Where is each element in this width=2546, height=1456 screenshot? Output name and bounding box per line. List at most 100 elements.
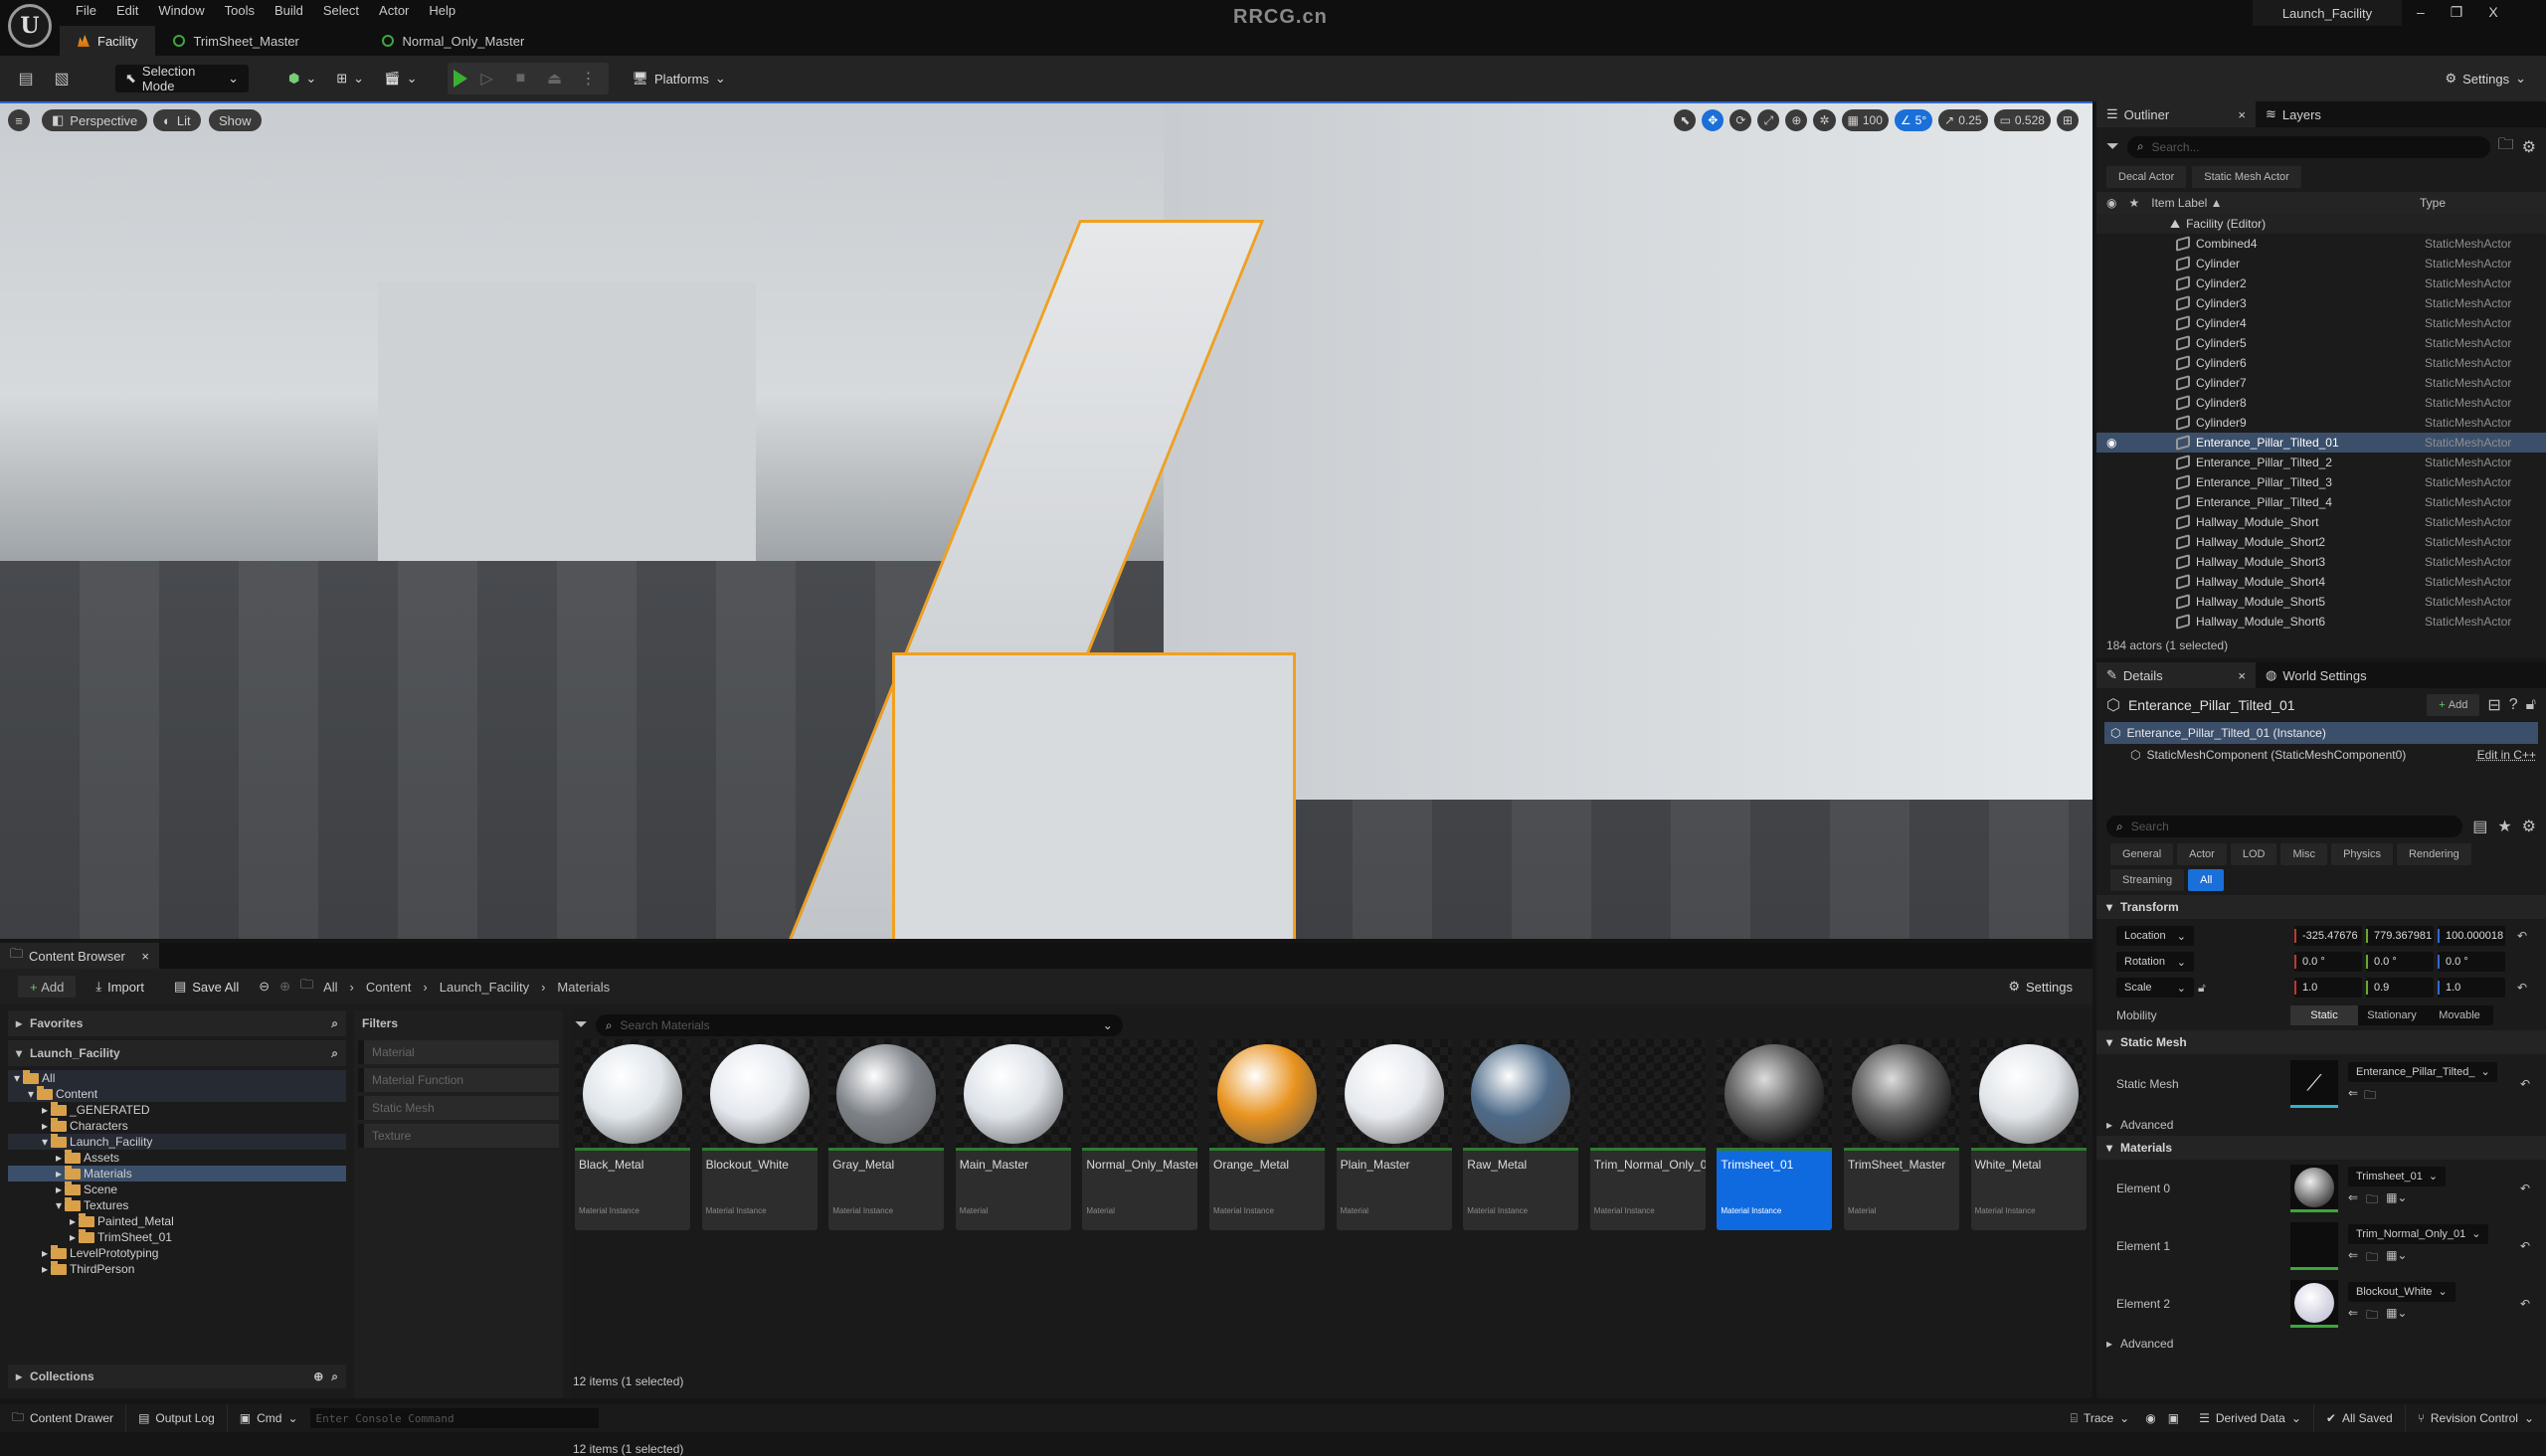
- asset-tile[interactable]: Normal_Only_Master Material: [1082, 1039, 1198, 1230]
- item-label-column[interactable]: Item Label ▲: [2151, 196, 2222, 210]
- asset-tile[interactable]: Raw_Metal Material Instance: [1463, 1039, 1579, 1230]
- expand-icon[interactable]: ▸: [2106, 1337, 2112, 1351]
- reset-icon[interactable]: ↶: [2520, 1077, 2530, 1091]
- mobility-stationary[interactable]: Stationary: [2358, 1005, 2426, 1025]
- rotation-y-field[interactable]: 0.0 °: [2366, 952, 2434, 972]
- add-actor-button[interactable]: ⬢ ⌄: [278, 65, 326, 92]
- filter-chip-decal-actor[interactable]: Decal Actor: [2106, 166, 2187, 188]
- restore-button[interactable]: ❐: [2451, 4, 2463, 21]
- folder-tree-item[interactable]: ▸ Characters: [8, 1117, 346, 1134]
- outliner-row[interactable]: Hallway_Module_Short4 StaticMeshActor: [2096, 572, 2546, 592]
- folder-tree-item[interactable]: ▸ Painted_Metal: [8, 1212, 346, 1229]
- forward-icon[interactable]: ⊕: [279, 979, 290, 995]
- material-dropdown[interactable]: Trimsheet_01 ⌄: [2348, 1166, 2447, 1186]
- rotation-z-field[interactable]: 0.0 °: [2438, 952, 2505, 972]
- unreal-logo-icon[interactable]: U: [8, 4, 52, 48]
- outliner-row[interactable]: ◉ Enterance_Pillar_Tilted_01 StaticMeshAct…: [2096, 433, 2546, 453]
- menu-actor[interactable]: Actor: [369, 0, 419, 22]
- scale-y-field[interactable]: 0.9: [2366, 978, 2434, 998]
- texture-icon[interactable]: ▦⌄: [2386, 1248, 2407, 1269]
- material-thumbnail[interactable]: [2290, 1280, 2338, 1328]
- cmd-dropdown[interactable]: ▣ Cmd ⌄: [228, 1404, 310, 1432]
- use-selected-icon[interactable]: ⇐: [2348, 1306, 2358, 1327]
- rotate-tool-icon[interactable]: ⟳: [1729, 109, 1752, 131]
- outliner-row[interactable]: Hallway_Module_Short StaticMeshActor: [2096, 512, 2546, 532]
- tab-trimsheet-master[interactable]: TrimSheet_Master: [155, 26, 364, 56]
- advanced-label[interactable]: Advanced: [2120, 1337, 2173, 1351]
- scale-dropdown[interactable]: Scale ⌄: [2116, 978, 2194, 998]
- play-icon[interactable]: [453, 70, 467, 88]
- mobility-movable[interactable]: Movable: [2426, 1005, 2493, 1025]
- filter-item[interactable]: Material Function: [358, 1068, 559, 1092]
- close-icon[interactable]: ×: [2238, 668, 2246, 683]
- asset-tile[interactable]: Trim_Normal_Only_01 Material Instance: [1589, 1039, 1706, 1230]
- rotation-snap-button[interactable]: ∠ 5°: [1894, 109, 1933, 131]
- platforms-dropdown[interactable]: 🖥︎ Platforms ⌄: [623, 65, 736, 92]
- root-header[interactable]: ▾ Launch_Facility ⌕: [8, 1040, 346, 1066]
- browse-icon[interactable]: 🗀︎: [2366, 1190, 2378, 1211]
- filter-misc[interactable]: Misc: [2280, 843, 2328, 865]
- static-mesh-thumbnail[interactable]: ⟋: [2290, 1060, 2338, 1108]
- filter-streaming[interactable]: Streaming: [2110, 869, 2185, 891]
- asset-tile[interactable]: TrimSheet_Master Material: [1844, 1039, 1959, 1230]
- tab-world-settings[interactable]: ◍ World Settings: [2256, 662, 2377, 688]
- favorites-header[interactable]: ▸ Favorites ⌕: [8, 1010, 346, 1036]
- select-tool-icon[interactable]: ⬉: [1674, 109, 1697, 131]
- add-button[interactable]: + Add: [18, 976, 77, 998]
- save-icon[interactable]: ▤: [12, 65, 40, 92]
- help-icon[interactable]: ?: [2509, 696, 2518, 714]
- selection-mode-dropdown[interactable]: ⬉ Selection Mode ⌄: [115, 64, 249, 93]
- outliner-row[interactable]: Hallway_Module_Short2 StaticMeshActor: [2096, 532, 2546, 552]
- folder-tree-item[interactable]: ▾ Content: [8, 1085, 346, 1102]
- translate-tool-icon[interactable]: ✥: [1702, 109, 1725, 131]
- revision-control-dropdown[interactable]: ⑂ Revision Control ⌄: [2406, 1404, 2546, 1432]
- more-icon[interactable]: ⋮: [575, 65, 603, 92]
- tab-normal-only-master[interactable]: Normal_Only_Master: [364, 26, 542, 56]
- asset-tile[interactable]: White_Metal Material Instance: [1970, 1039, 2087, 1230]
- location-x-field[interactable]: -325.47676: [2294, 926, 2362, 946]
- use-selected-icon[interactable]: ⇐: [2348, 1248, 2358, 1269]
- folder-tree-item[interactable]: ▸ _GENERATED: [8, 1101, 346, 1118]
- scale-snap-button[interactable]: ↗ 0.25: [1938, 109, 1988, 131]
- location-z-field[interactable]: 100.000018: [2438, 926, 2505, 946]
- static-mesh-section[interactable]: ▾ Static Mesh: [2096, 1030, 2546, 1054]
- scale-tool-icon[interactable]: ⤢: [1757, 109, 1780, 131]
- content-drawer-button[interactable]: 🗀︎ Content Drawer: [0, 1404, 127, 1432]
- filter-actor[interactable]: Actor: [2177, 843, 2227, 865]
- save-all-button[interactable]: ▤ Save All: [164, 973, 249, 1001]
- material-dropdown[interactable]: Trim_Normal_Only_01 ⌄: [2348, 1223, 2489, 1244]
- filter-rendering[interactable]: Rendering: [2396, 843, 2471, 865]
- instance-row[interactable]: ⬡ Enterance_Pillar_Tilted_01 (Instance): [2104, 722, 2538, 744]
- outliner-row[interactable]: Combined4 StaticMeshActor: [2096, 234, 2546, 254]
- reset-icon[interactable]: ↶: [2520, 1297, 2530, 1311]
- favorites-icon[interactable]: ★: [2497, 817, 2511, 836]
- folder-tree-item[interactable]: ▸ Scene: [8, 1181, 346, 1197]
- breadcrumb-item[interactable]: Launch_Facility: [440, 980, 529, 995]
- derived-data-dropdown[interactable]: ☰ Derived Data ⌄: [2187, 1404, 2314, 1432]
- maximize-viewport-icon[interactable]: ⊞: [2056, 109, 2079, 131]
- breadcrumb-item[interactable]: Content: [366, 980, 412, 995]
- world-local-icon[interactable]: ⊕: [1785, 109, 1808, 131]
- show-button[interactable]: Show: [209, 109, 262, 131]
- menu-file[interactable]: File: [66, 0, 106, 22]
- surface-snap-icon[interactable]: ✲: [1813, 109, 1836, 131]
- filter-item[interactable]: Material: [358, 1040, 559, 1064]
- texture-icon[interactable]: ▦⌄: [2386, 1190, 2407, 1211]
- asset-tile[interactable]: Blockout_White Material Instance: [701, 1039, 818, 1230]
- component-row[interactable]: ⬡ StaticMeshComponent (StaticMeshCompone…: [2096, 744, 2546, 766]
- folder-tree-item[interactable]: ▾ Launch_Facility: [8, 1133, 346, 1150]
- folder-tree-item[interactable]: ▸ ThirdPerson: [8, 1260, 346, 1277]
- breadcrumb-item[interactable]: All: [323, 980, 337, 995]
- visibility-icon[interactable]: ◉: [2106, 436, 2116, 450]
- transform-section[interactable]: ▾ Transform: [2096, 895, 2546, 919]
- asset-tile[interactable]: Black_Metal Material Instance: [575, 1039, 690, 1230]
- browse-icon[interactable]: 🗀︎: [2366, 1248, 2378, 1269]
- menu-help[interactable]: Help: [419, 0, 465, 22]
- visibility-column-icon[interactable]: ◉: [2106, 196, 2116, 210]
- outliner-row[interactable]: Cylinder StaticMeshActor: [2096, 254, 2546, 273]
- location-dropdown[interactable]: Location ⌄: [2116, 926, 2194, 946]
- back-icon[interactable]: ⊖: [259, 979, 270, 995]
- outliner-row[interactable]: Cylinder7 StaticMeshActor: [2096, 373, 2546, 393]
- add-folder-icon[interactable]: 🗀︎: [2498, 133, 2514, 160]
- filter-physics[interactable]: Physics: [2331, 843, 2393, 865]
